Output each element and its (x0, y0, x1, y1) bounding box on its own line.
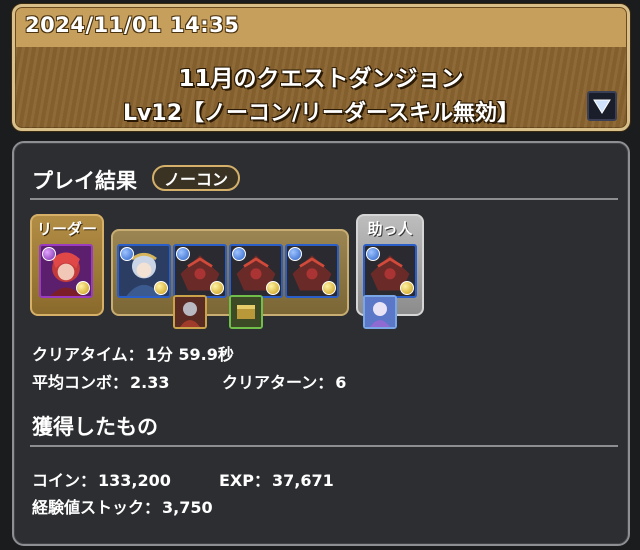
clear-time: クリアタイム： 1分 59.9秒 (32, 341, 234, 365)
exp-stock-label: 経験値ストック： (32, 498, 161, 517)
exp-stock-value: 3,750 (162, 498, 213, 517)
leader-monster[interactable] (39, 244, 93, 298)
divider (30, 445, 618, 447)
dropdown-button[interactable] (587, 91, 617, 121)
play-datetime: 2024/11/01 14:35 (25, 13, 240, 37)
clear-turn: クリアターン： 6 (222, 369, 346, 393)
assist-equip-icon (365, 297, 395, 327)
coin-value: 133,200 (98, 471, 171, 490)
clear-time-label: クリアタイム： (32, 345, 144, 364)
average-combo: 平均コンボ： 2.33 (32, 369, 170, 393)
average-combo-label: 平均コンボ： (32, 373, 129, 392)
clear-time-value: 1分 59.9秒 (145, 345, 234, 364)
acquired-title: 獲得したもの (32, 415, 158, 439)
exp-value: 37,671 (272, 471, 334, 490)
helper-label: 助っ人 (367, 220, 413, 238)
assist-equip-icon (231, 297, 261, 327)
quest-header: 2024/11/01 14:35 11月のクエストダンジョン Lv12【ノーコン… (12, 4, 630, 131)
exp: EXP： 37,671 (219, 467, 334, 491)
coin-label: コイン： (32, 471, 97, 490)
triangle-down-icon (593, 99, 611, 114)
floor-title: Lv12【ノーコン/リーダースキル無効】 (123, 101, 519, 126)
average-combo-value: 2.33 (130, 373, 170, 392)
assist-equip-1[interactable] (173, 295, 207, 329)
helper-monster[interactable] (363, 244, 417, 298)
leader-label: リーダー (36, 220, 97, 238)
sub-monster-3[interactable] (229, 244, 283, 298)
divider (30, 198, 618, 200)
exp-label: EXP： (219, 471, 270, 490)
helper-assist-equip[interactable] (363, 295, 397, 329)
coin: コイン： 133,200 (32, 467, 171, 491)
assist-equip-2[interactable] (229, 295, 263, 329)
result-panel: プレイ結果 ノーコン リーダー 助っ人 クリアタイム： 1分 59.9秒 平均コ… (12, 141, 630, 546)
assist-equip-icon (175, 297, 205, 327)
play-result-title: プレイ結果 (32, 169, 137, 193)
sub-monster-2[interactable] (173, 244, 227, 298)
clear-turn-value: 6 (335, 373, 347, 392)
dungeon-title: 11月のクエストダンジョン (178, 66, 464, 92)
clear-turn-label: クリアターン： (222, 373, 334, 392)
sub-monster-1[interactable] (117, 244, 171, 298)
sub-monster-4[interactable] (285, 244, 339, 298)
exp-stock: 経験値ストック： 3,750 (32, 494, 213, 518)
no-continue-badge: ノーコン (152, 165, 241, 191)
